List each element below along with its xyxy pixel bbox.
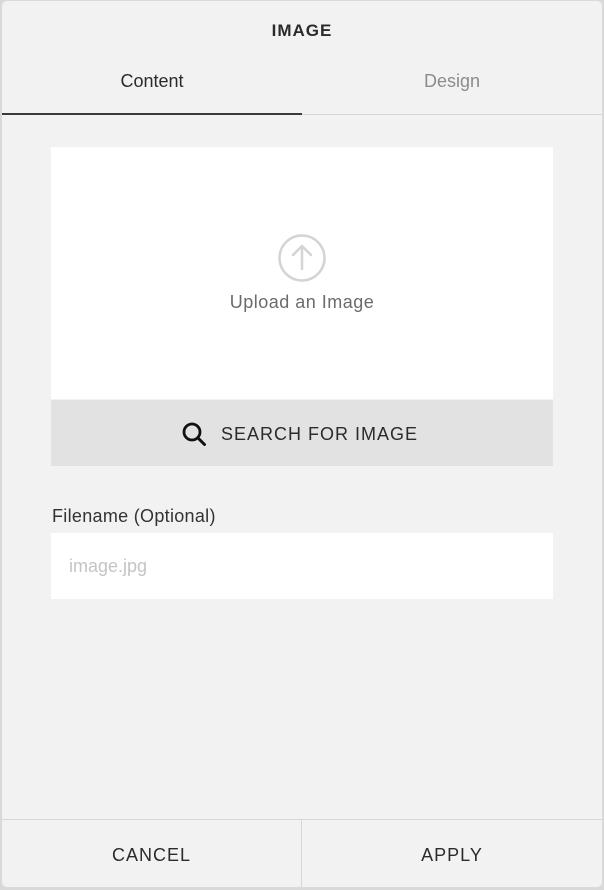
- filename-label: Filename (Optional): [52, 506, 216, 526]
- tab-content-label: Content: [120, 71, 184, 91]
- upload-arrow-icon: [278, 234, 326, 282]
- tab-design[interactable]: Design: [302, 65, 602, 114]
- search-icon: [182, 422, 206, 446]
- filename-input[interactable]: [51, 533, 553, 599]
- search-button-content: SEARCH FOR IMAGE: [181, 422, 418, 446]
- cancel-button[interactable]: CANCEL: [2, 820, 302, 887]
- search-for-image-button[interactable]: SEARCH FOR IMAGE: [51, 400, 553, 466]
- apply-button[interactable]: APPLY: [302, 820, 602, 887]
- active-tab-indicator: [2, 113, 302, 115]
- upload-label: Upload an Image: [229, 292, 375, 312]
- dialog-title: IMAGE: [271, 21, 333, 40]
- search-button-label: SEARCH FOR IMAGE: [221, 423, 419, 444]
- tab-bar: Content Design: [2, 65, 602, 115]
- upload-image-area[interactable]: Upload an Image: [51, 147, 553, 399]
- dialog-footer: CANCEL APPLY: [2, 819, 602, 887]
- tab-content[interactable]: Content: [2, 65, 302, 115]
- image-dialog: IMAGE Content Design Upload an Image SEA…: [1, 0, 603, 888]
- tab-design-label: Design: [423, 71, 481, 91]
